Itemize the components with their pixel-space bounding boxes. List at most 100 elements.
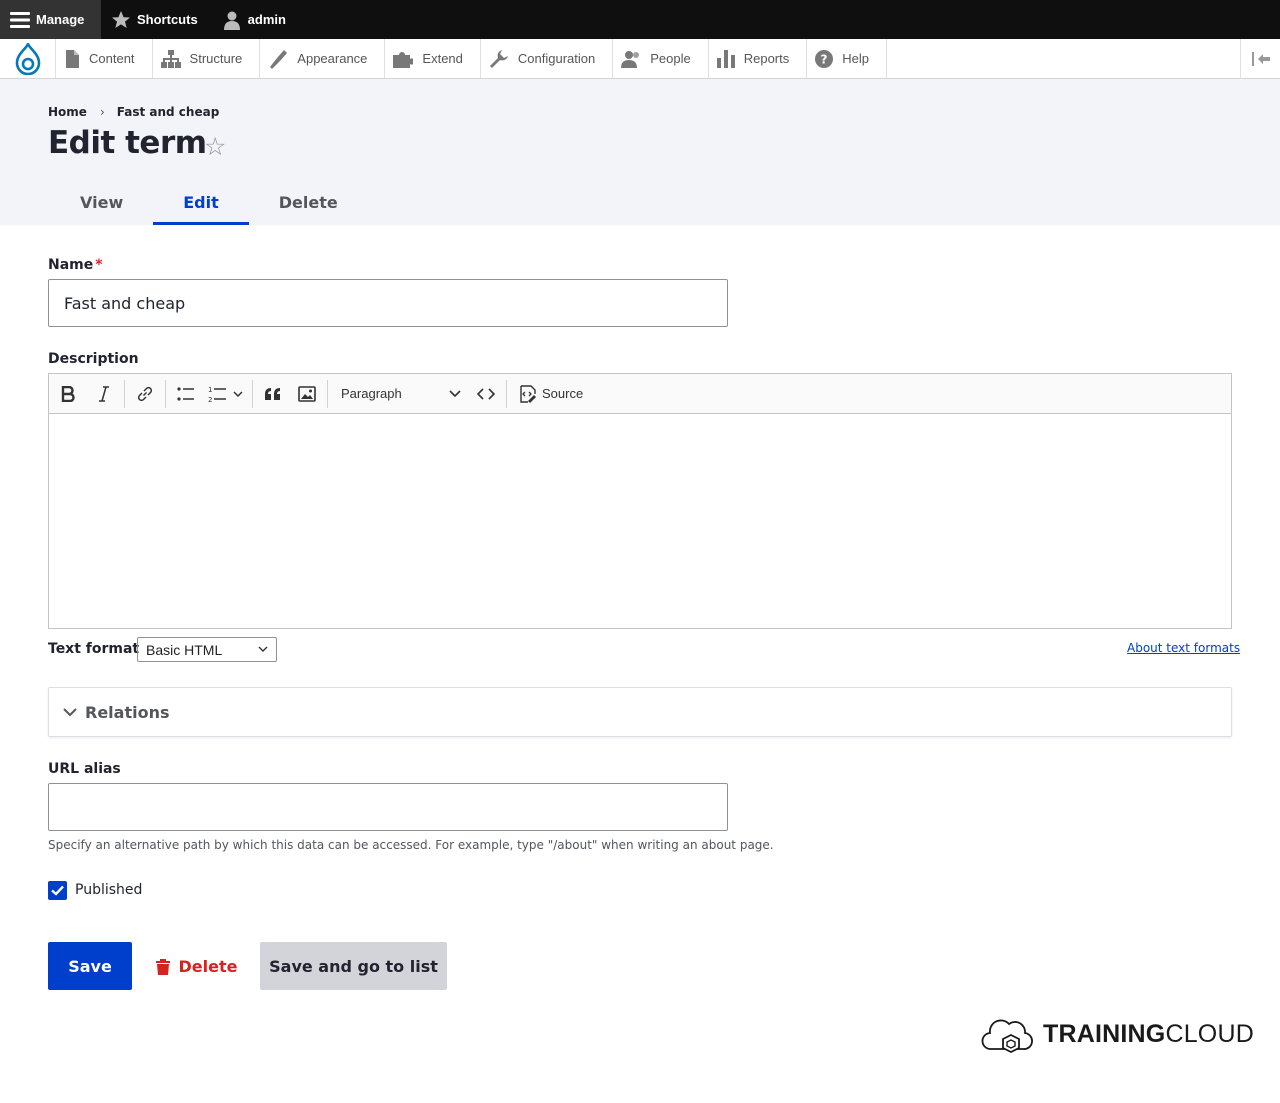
tab-edit[interactable]: Edit bbox=[153, 181, 249, 225]
required-marker: * bbox=[95, 257, 103, 273]
tray-item-reports[interactable]: Reports bbox=[709, 39, 808, 78]
text-format-select[interactable]: Basic HTML bbox=[137, 637, 277, 662]
toolbar-separator bbox=[165, 379, 166, 408]
italic-button[interactable] bbox=[87, 374, 121, 414]
tray-item-structure[interactable]: Structure bbox=[153, 39, 261, 78]
user-icon bbox=[223, 11, 240, 30]
admin-tray: Content Structure Appearance Extend Conf… bbox=[0, 39, 1280, 79]
paintbrush-icon bbox=[270, 49, 288, 69]
url-alias-input[interactable] bbox=[48, 783, 728, 831]
bulleted-list-button[interactable] bbox=[169, 374, 203, 414]
primary-tabs: View Edit Delete bbox=[50, 181, 368, 225]
shortcut-star-icon[interactable]: ☆ bbox=[204, 132, 226, 161]
svg-text:1: 1 bbox=[208, 386, 212, 394]
text-format-label: Text format bbox=[48, 641, 140, 657]
wrench-icon bbox=[489, 49, 508, 68]
collapse-left-icon bbox=[1251, 52, 1270, 66]
image-icon bbox=[298, 385, 316, 402]
name-input-value: Fast and cheap bbox=[64, 293, 186, 313]
tray-item-configuration[interactable]: Configuration bbox=[481, 39, 614, 78]
tray-item-label: Extend bbox=[422, 51, 463, 66]
url-alias-label: URL alias bbox=[48, 761, 121, 777]
heading-dropdown-label: Paragraph bbox=[341, 386, 402, 401]
tab-delete[interactable]: Delete bbox=[249, 181, 368, 225]
editor-content-area[interactable] bbox=[49, 414, 1231, 628]
shortcuts-label: Shortcuts bbox=[137, 12, 198, 27]
collapse-tray-button[interactable] bbox=[1240, 39, 1280, 79]
tray-item-label: Structure bbox=[189, 51, 243, 66]
chevron-down-icon bbox=[258, 646, 268, 652]
trainingcloud-logo: TRAINING CLOUD bbox=[981, 1013, 1254, 1055]
tray-item-label: Configuration bbox=[517, 51, 596, 66]
source-button[interactable]: Source bbox=[510, 374, 586, 414]
name-label: Name * bbox=[48, 257, 103, 273]
heading-dropdown[interactable]: Paragraph bbox=[331, 374, 469, 414]
checkmark-icon bbox=[51, 885, 64, 896]
tab-view[interactable]: View bbox=[50, 181, 153, 225]
help-icon: ? bbox=[815, 49, 834, 68]
manage-button[interactable]: Manage bbox=[0, 0, 101, 39]
relations-label: Relations bbox=[85, 702, 170, 722]
save-button[interactable]: Save bbox=[48, 942, 132, 990]
admin-toolbar: Manage Shortcuts admin bbox=[0, 0, 1280, 39]
editor-toolbar: 12 Paragraph Source bbox=[49, 374, 1231, 414]
star-icon bbox=[112, 10, 130, 28]
published-checkbox[interactable] bbox=[48, 881, 67, 900]
bold-icon bbox=[61, 385, 75, 402]
relations-details[interactable]: Relations bbox=[48, 687, 1232, 737]
text-format-value: Basic HTML bbox=[146, 641, 223, 658]
toolbar-separator bbox=[252, 379, 253, 408]
puzzle-icon bbox=[393, 51, 414, 68]
delete-button[interactable]: Delete bbox=[150, 942, 242, 990]
save-and-go-to-list-button[interactable]: Save and go to list bbox=[260, 942, 447, 990]
tray-item-label: People bbox=[650, 51, 691, 66]
description-label: Description bbox=[48, 351, 139, 367]
breadcrumb-home[interactable]: Home bbox=[48, 105, 87, 119]
code-button[interactable] bbox=[469, 374, 503, 414]
user-label: admin bbox=[247, 12, 286, 27]
about-text-formats-link[interactable]: About text formats bbox=[1127, 641, 1240, 655]
breadcrumb-current[interactable]: Fast and cheap bbox=[117, 105, 220, 119]
tray-item-content[interactable]: Content bbox=[56, 39, 153, 78]
toolbar-separator bbox=[506, 379, 507, 408]
quote-icon bbox=[265, 387, 280, 400]
code-icon bbox=[477, 387, 495, 400]
svg-text:2: 2 bbox=[208, 396, 212, 403]
delete-label: Delete bbox=[178, 956, 238, 976]
bar-chart-icon bbox=[716, 49, 735, 68]
tray-item-label: Reports bbox=[743, 51, 790, 66]
numbered-list-icon: 12 bbox=[208, 386, 243, 403]
page-header: Home › Fast and cheap Edit term ☆ View E… bbox=[0, 79, 1280, 225]
toolbar-separator bbox=[124, 379, 125, 408]
drupal-drop-icon bbox=[15, 42, 40, 75]
tray-item-label: Content bbox=[89, 51, 135, 66]
hamburger-icon bbox=[10, 11, 30, 28]
bold-button[interactable] bbox=[49, 374, 87, 414]
breadcrumb: Home › Fast and cheap bbox=[48, 105, 219, 119]
link-icon bbox=[137, 386, 153, 401]
breadcrumb-separator: › bbox=[99, 105, 105, 119]
tray-item-people[interactable]: People bbox=[613, 39, 709, 78]
published-label: Published bbox=[75, 882, 143, 898]
source-label: Source bbox=[542, 386, 584, 401]
svg-text:?: ? bbox=[821, 52, 828, 66]
shortcuts-button[interactable]: Shortcuts bbox=[101, 0, 212, 39]
tray-item-label: Appearance bbox=[297, 51, 368, 66]
drupal-logo[interactable] bbox=[0, 39, 56, 78]
user-button[interactable]: admin bbox=[212, 0, 300, 39]
tray-item-extend[interactable]: Extend bbox=[385, 39, 481, 78]
blockquote-button[interactable] bbox=[256, 374, 290, 414]
name-input[interactable]: Fast and cheap bbox=[48, 279, 728, 327]
numbered-list-button[interactable]: 12 bbox=[203, 374, 249, 414]
url-alias-hint: Specify an alternative path by which thi… bbox=[48, 838, 774, 852]
cloud-logo-icon bbox=[981, 1019, 1033, 1054]
insert-image-button[interactable] bbox=[290, 374, 324, 414]
link-button[interactable] bbox=[128, 374, 162, 414]
brand-name-bold: TRAINING bbox=[1043, 1019, 1166, 1048]
page-title: Edit term bbox=[48, 125, 207, 161]
tray-item-appearance[interactable]: Appearance bbox=[260, 39, 386, 78]
tray-item-help[interactable]: ? Help bbox=[807, 39, 887, 78]
source-icon bbox=[520, 384, 536, 403]
chevron-down-icon bbox=[449, 389, 461, 397]
description-editor: 12 Paragraph Source bbox=[48, 373, 1232, 629]
